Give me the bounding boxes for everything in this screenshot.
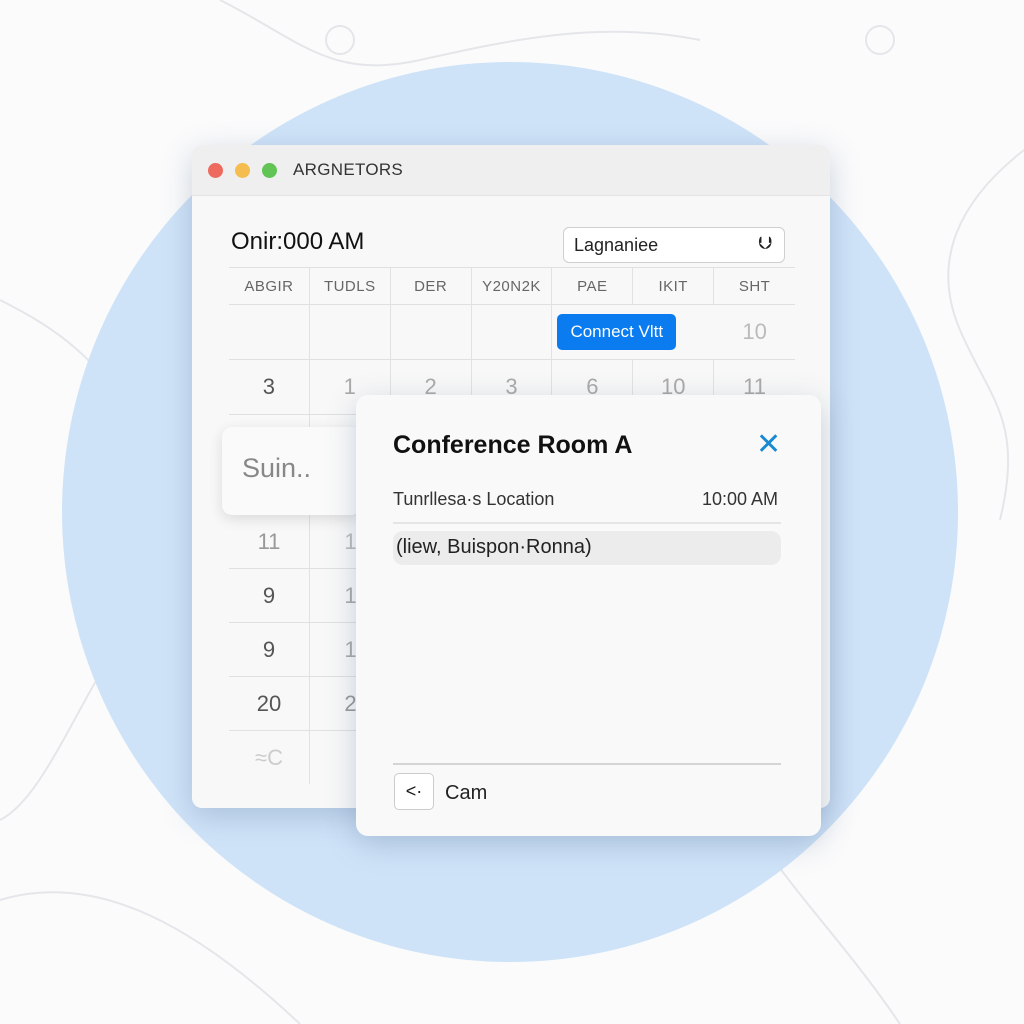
- weekday-header: Y20N2K: [472, 268, 553, 304]
- dropdown-value: Lagnaniee: [574, 235, 659, 255]
- connect-button[interactable]: Connect Vltt: [557, 314, 677, 350]
- maximize-window-button[interactable]: [262, 162, 277, 178]
- day-cell[interactable]: [310, 305, 391, 359]
- event-time: 10:00 AM: [701, 489, 778, 509]
- day-cell[interactable]: ≈C: [229, 731, 310, 784]
- calendar-heading: Onir:000 AM: [231, 228, 365, 255]
- day-cell[interactable]: 10: [714, 305, 795, 359]
- event-location: Tunrllesa·s Location: [393, 489, 555, 509]
- day-cell[interactable]: 20: [229, 677, 310, 730]
- day-cell: Connect Vltt: [552, 305, 714, 359]
- title-bar: ARGNETORS: [192, 145, 830, 196]
- day-cell[interactable]: [229, 305, 310, 359]
- divider: [393, 763, 781, 765]
- close-icon[interactable]: ✕: [756, 427, 781, 462]
- window-title: ARGNETORS: [293, 160, 404, 179]
- dropdown-select[interactable]: Lagnaniee ⮋: [563, 227, 785, 263]
- minimize-window-button[interactable]: [235, 162, 250, 178]
- weekday-header: IKIT: [633, 268, 715, 304]
- day-cell[interactable]: [391, 305, 472, 359]
- weekday-header: DER: [391, 268, 472, 304]
- day-cell[interactable]: [472, 305, 553, 359]
- calendar-row: Connect Vltt 10: [229, 304, 795, 359]
- download-chevron-icon: ⮋: [758, 233, 772, 253]
- day-cell[interactable]: 11: [229, 515, 310, 568]
- event-title: Conference Room A: [393, 431, 633, 459]
- weekday-header-row: ABGIR TUDLS DER Y20N2K PAE IKIT SHT: [229, 267, 795, 304]
- footer-label[interactable]: Cam: [445, 782, 487, 805]
- attendees-field[interactable]: (liew, Buispon·Ronna): [393, 531, 781, 565]
- suggestion-card[interactable]: Suin..: [222, 427, 362, 515]
- day-cell[interactable]: 3: [229, 360, 310, 414]
- day-cell[interactable]: 9: [229, 623, 310, 676]
- divider: [393, 522, 781, 524]
- weekday-header: PAE: [552, 268, 634, 304]
- day-cell[interactable]: 9: [229, 569, 310, 622]
- close-window-button[interactable]: [208, 162, 223, 178]
- event-popup: Conference Room A ✕ Tunrllesa·s Location…: [356, 395, 821, 836]
- weekday-header: ABGIR: [229, 268, 310, 304]
- weekday-header: SHT: [738, 277, 771, 295]
- weekday-header: TUDLS: [310, 268, 391, 304]
- share-icon[interactable]: <·: [394, 773, 434, 810]
